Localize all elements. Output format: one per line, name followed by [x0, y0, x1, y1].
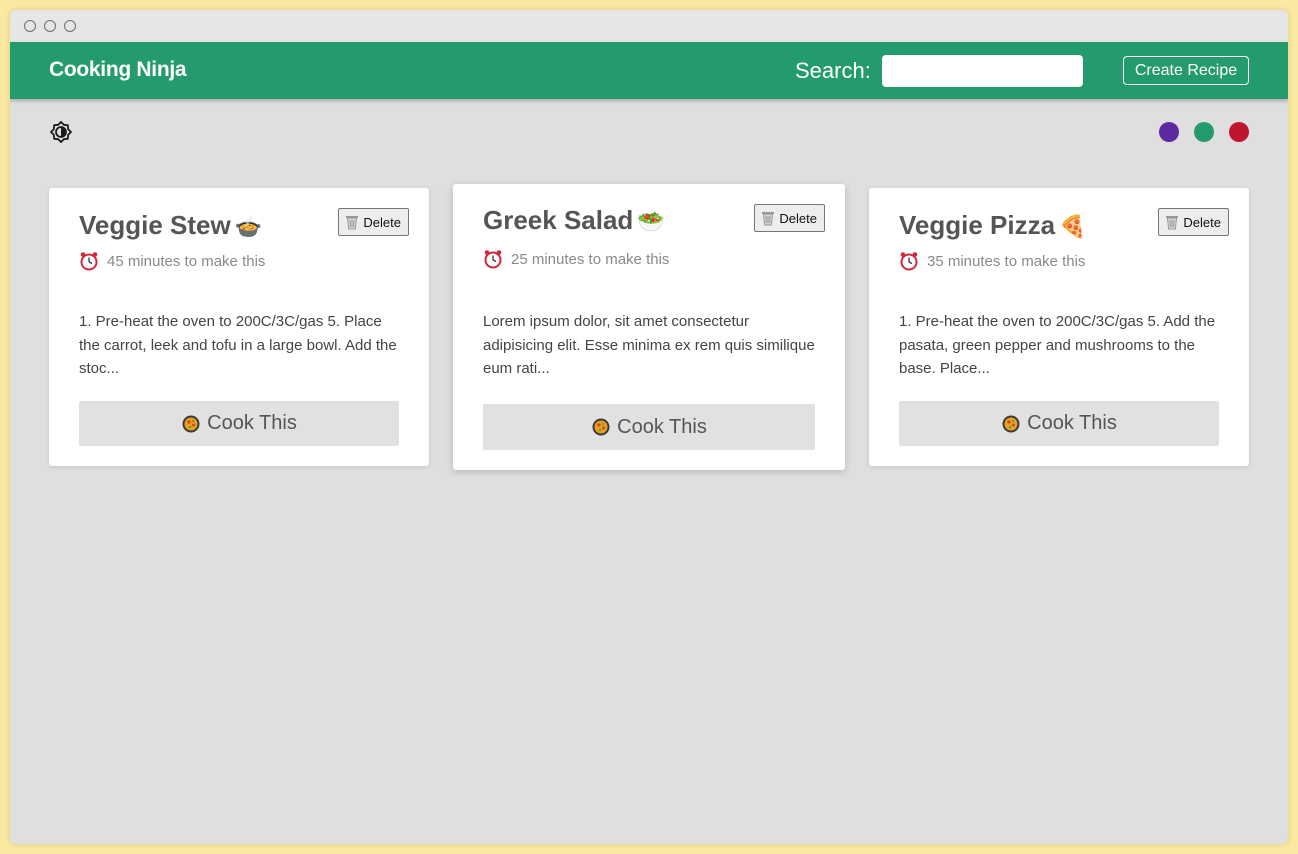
- recipe-card: Greek Salad 🥗 Delete 25 minutes to make t…: [453, 184, 845, 470]
- recipe-time-text: 45 minutes to make this: [107, 252, 266, 270]
- recipe-time-text: 35 minutes to make this: [927, 252, 1086, 270]
- recipe-card: Veggie Pizza 🍕 Delete 35 minutes to make …: [869, 188, 1249, 466]
- recipe-time: 25 minutes to make this: [483, 249, 669, 269]
- search-input[interactable]: [882, 55, 1083, 87]
- salad-bowl-icon: 🥗: [637, 209, 665, 234]
- recipe-method: Lorem ipsum dolor, sit amet consectetur …: [483, 313, 815, 377]
- delete-button-label: Delete: [779, 210, 817, 226]
- delete-button-label: Delete: [1183, 214, 1221, 230]
- alarm-clock-icon: [483, 249, 503, 269]
- paella-pan-icon: [592, 418, 610, 436]
- recipe-method: 1. Pre-heat the oven to 200C/3C/gas 5. P…: [79, 313, 397, 377]
- window-maximize-button[interactable]: [64, 20, 76, 32]
- pizza-slice-icon: 🍕: [1059, 214, 1087, 239]
- recipe-time: 45 minutes to make this: [79, 251, 265, 271]
- window-close-button[interactable]: [24, 20, 36, 32]
- recipe-title: Greek Salad 🥗: [483, 205, 665, 236]
- cook-this-label: Cook This: [1027, 412, 1117, 434]
- alarm-clock-icon: [79, 251, 99, 271]
- recipe-card: Veggie Stew 🍲 Delete 45 minutes to make t…: [49, 188, 429, 466]
- cook-this-button[interactable]: Cook This: [79, 401, 399, 446]
- delete-button-label: Delete: [363, 214, 401, 230]
- recipe-time-text: 25 minutes to make this: [511, 250, 670, 268]
- delete-button[interactable]: Delete: [1158, 208, 1229, 236]
- stew-bowl-icon: 🍲: [234, 214, 263, 239]
- browser-window: Cooking Ninja Search: Create Recipe Vegg…: [10, 10, 1288, 844]
- recipe-title: Veggie Pizza 🍕: [899, 210, 1086, 241]
- cook-this-label: Cook This: [207, 412, 297, 434]
- trash-icon: [761, 210, 775, 226]
- recipe-title-text: Greek Salad: [483, 205, 634, 235]
- brightness-toggle-icon[interactable]: [49, 120, 73, 144]
- alarm-clock-icon: [899, 251, 919, 271]
- delete-button[interactable]: Delete: [338, 208, 409, 236]
- trash-icon: [345, 214, 359, 230]
- recipe-title-text: Veggie Pizza: [899, 210, 1056, 240]
- cook-this-button[interactable]: Cook This: [483, 404, 815, 450]
- cook-this-label: Cook This: [617, 415, 707, 438]
- recipe-time: 35 minutes to make this: [899, 251, 1085, 271]
- paella-pan-icon: [182, 415, 200, 432]
- search-label: Search:: [795, 58, 871, 83]
- theme-purple-button[interactable]: [1159, 122, 1179, 142]
- recipe-method: 1. Pre-heat the oven to 200C/3C/gas 5. A…: [899, 313, 1216, 377]
- delete-button[interactable]: Delete: [754, 204, 825, 232]
- window-titlebar: [10, 10, 1288, 42]
- create-recipe-button[interactable]: Create Recipe: [1123, 56, 1249, 85]
- brand-title[interactable]: Cooking Ninja: [49, 58, 187, 82]
- trash-icon: [1165, 214, 1179, 230]
- recipe-title-text: Veggie Stew: [79, 210, 231, 240]
- cook-this-button[interactable]: Cook This: [899, 401, 1219, 446]
- theme-red-button[interactable]: [1229, 122, 1249, 142]
- theme-green-button[interactable]: [1194, 122, 1214, 142]
- window-minimize-button[interactable]: [44, 20, 56, 32]
- paella-pan-icon: [1002, 415, 1020, 432]
- recipe-title: Veggie Stew 🍲: [79, 210, 262, 241]
- navbar: Cooking Ninja Search: Create Recipe: [10, 42, 1288, 99]
